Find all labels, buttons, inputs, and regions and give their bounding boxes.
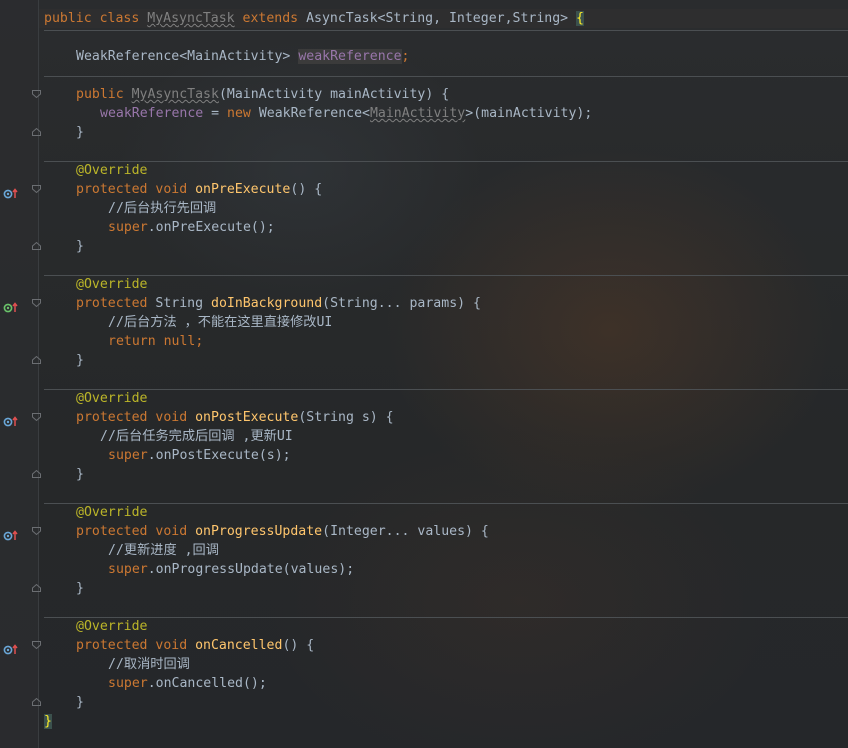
code-line-close[interactable]: }	[76, 693, 84, 712]
code-line-close[interactable]: }	[76, 465, 84, 484]
super-call[interactable]: .onPreExecute();	[148, 220, 275, 235]
code-line-super-call[interactable]: super.onCancelled();	[108, 674, 267, 693]
code-area[interactable]: public class MyAsyncTask extends AsyncTa…	[0, 0, 848, 748]
annotation-override[interactable]: @Override	[76, 275, 147, 294]
keyword-super: super	[108, 676, 148, 691]
code-line-super-call[interactable]: super.onPostExecute(s);	[108, 446, 291, 465]
field-type[interactable]: WeakReference<MainActivity>	[76, 49, 298, 64]
keyword-null: null	[163, 334, 196, 349]
code-line-constructor[interactable]: public MyAsyncTask(MainActivity mainActi…	[76, 85, 449, 104]
keyword-super: super	[108, 562, 148, 577]
method-params[interactable]: (String... params) {	[322, 296, 481, 311]
method-params[interactable]: () {	[290, 182, 322, 197]
code-line-close[interactable]: }	[76, 237, 84, 256]
keyword-extends: extends	[242, 11, 299, 26]
keyword-class: class	[99, 11, 140, 26]
code-line-super-call[interactable]: super.onPreExecute();	[108, 218, 275, 237]
assign: =	[203, 106, 228, 121]
method-modifiers: protected	[76, 296, 148, 311]
code-comment[interactable]: //取消时回调	[108, 655, 190, 674]
semicolon: ;	[401, 49, 410, 64]
method-params[interactable]: (String s) {	[298, 410, 393, 425]
code-editor[interactable]: public class MyAsyncTask extends AsyncTa…	[0, 0, 848, 748]
code-comment[interactable]: //后台执行先回调	[108, 199, 216, 218]
code-line-class-close[interactable]: }	[44, 712, 52, 731]
code-line-field[interactable]: WeakReference<MainActivity> weakReferenc…	[76, 47, 409, 66]
method-name[interactable]: onProgressUpdate	[195, 524, 322, 539]
method-name[interactable]: onCancelled	[195, 638, 282, 653]
semicolon: ;	[195, 334, 204, 349]
superclass[interactable]: AsyncTask<String, Integer,String>	[306, 11, 576, 26]
keyword-new: new	[227, 106, 251, 121]
constructor-params[interactable]: (MainActivity mainActivity) {	[219, 87, 449, 102]
code-comment[interactable]: //更新进度 ,回调	[108, 541, 219, 560]
code-line-super-call[interactable]: super.onProgressUpdate(values);	[108, 560, 354, 579]
ctor-args[interactable]: >(mainActivity);	[465, 106, 592, 121]
generic-type[interactable]: MainActivity	[370, 106, 465, 121]
field-ref[interactable]: weakReference	[100, 106, 203, 121]
code-line-method-signature[interactable]: protected void onCancelled() {	[76, 636, 314, 655]
code-line-close[interactable]: }	[76, 123, 84, 142]
code-comment[interactable]: //后台方法 ，不能在这里直接修改UI	[108, 313, 332, 332]
matched-brace: {	[576, 11, 584, 26]
code-line-method-signature[interactable]: protected void onProgressUpdate(Integer.…	[76, 522, 489, 541]
method-params[interactable]: (Integer... values) {	[322, 524, 489, 539]
matched-brace: }	[44, 714, 52, 729]
keyword-super: super	[108, 220, 148, 235]
annotation-override[interactable]: @Override	[76, 389, 147, 408]
keyword-super: super	[108, 448, 148, 463]
code-line-method-signature[interactable]: protected String doInBackground(String..…	[76, 294, 481, 313]
code-line-class-declaration[interactable]: public class MyAsyncTask extends AsyncTa…	[44, 9, 584, 28]
keyword-public: public	[76, 87, 124, 102]
keyword-public: public	[44, 11, 92, 26]
field-name[interactable]: weakReference	[298, 49, 402, 64]
return-type[interactable]: String	[147, 296, 211, 311]
method-name[interactable]: onPostExecute	[195, 410, 298, 425]
super-call[interactable]: .onProgressUpdate(values);	[148, 562, 354, 577]
annotation-override[interactable]: @Override	[76, 503, 147, 522]
code-line-return[interactable]: return null;	[108, 332, 203, 351]
method-modifiers: protected void	[76, 638, 196, 653]
method-params[interactable]: () {	[282, 638, 314, 653]
super-call[interactable]: .onPostExecute(s);	[148, 448, 291, 463]
method-modifiers: protected void	[76, 524, 196, 539]
constructor-name[interactable]: MyAsyncTask	[132, 87, 219, 102]
code-line-close[interactable]: }	[76, 579, 84, 598]
annotation-override[interactable]: @Override	[76, 617, 147, 636]
method-name[interactable]: onPreExecute	[195, 182, 290, 197]
annotation-override[interactable]: @Override	[76, 161, 147, 180]
code-line-close[interactable]: }	[76, 351, 84, 370]
super-call[interactable]: .onCancelled();	[148, 676, 267, 691]
type-name[interactable]: WeakReference<	[251, 106, 370, 121]
code-line-constructor-body[interactable]: weakReference = new WeakReference<MainAc…	[100, 104, 592, 123]
method-modifiers: protected void	[76, 410, 196, 425]
code-comment[interactable]: //后台任务完成后回调 ,更新UI	[100, 427, 293, 446]
code-line-method-signature[interactable]: protected void onPreExecute() {	[76, 180, 322, 199]
keyword-return: return	[108, 334, 156, 349]
method-modifiers: protected void	[76, 182, 196, 197]
code-line-method-signature[interactable]: protected void onPostExecute(String s) {	[76, 408, 394, 427]
class-name[interactable]: MyAsyncTask	[147, 11, 234, 26]
method-name[interactable]: doInBackground	[211, 296, 322, 311]
